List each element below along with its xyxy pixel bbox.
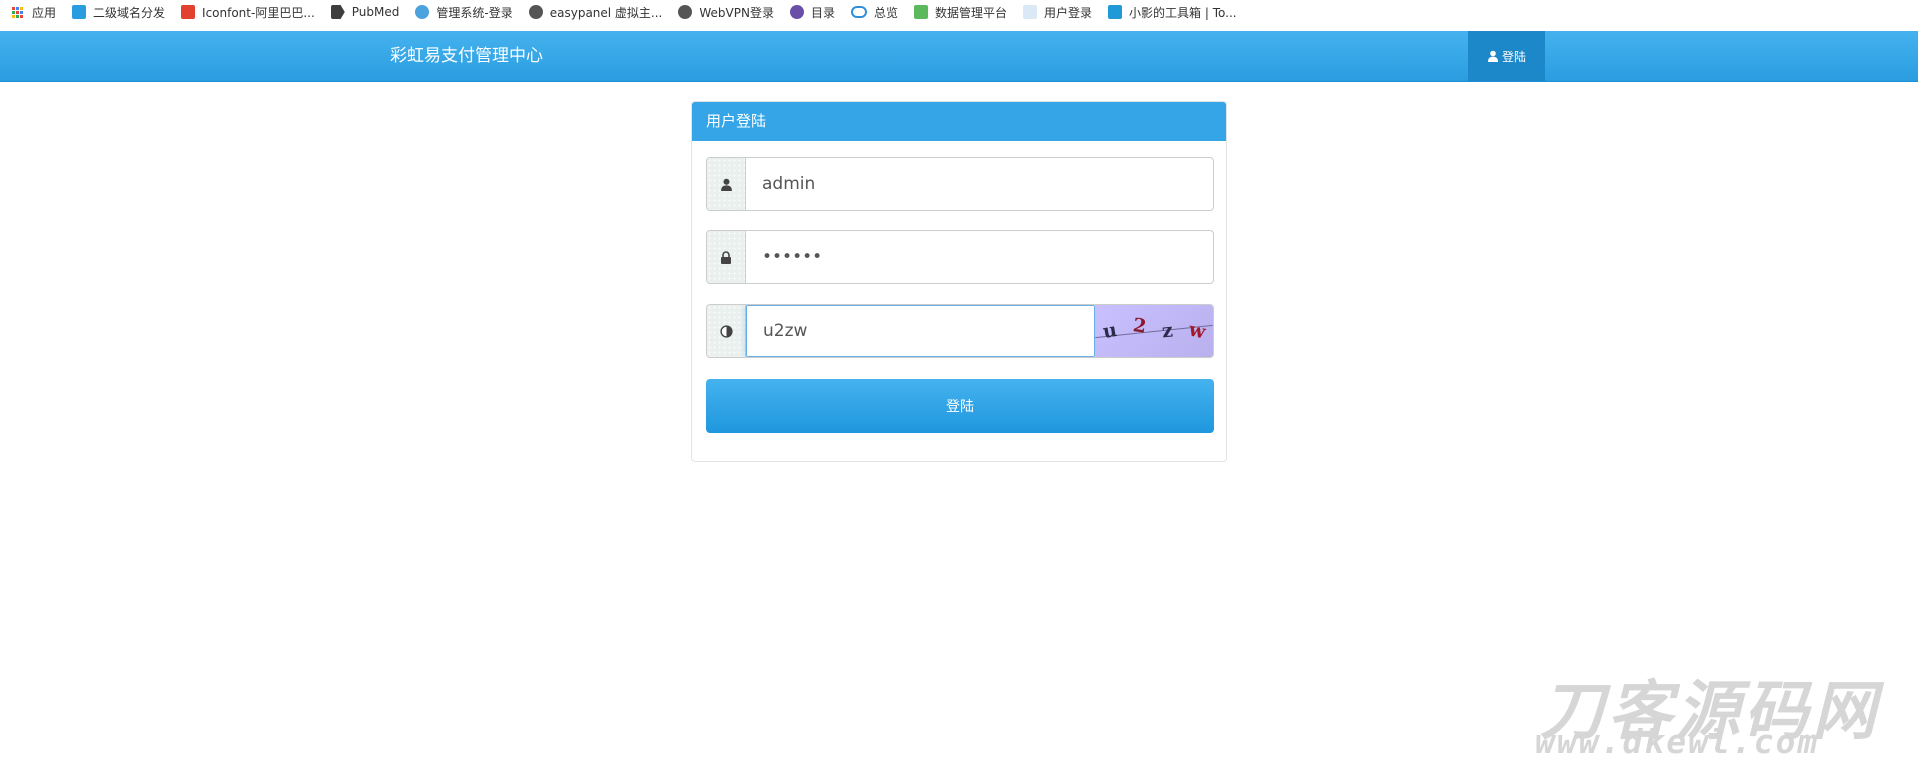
- captcha-char: z: [1160, 319, 1174, 343]
- globe-icon: [528, 5, 543, 19]
- iconfont-icon: [181, 5, 196, 19]
- captcha-char: w: [1186, 318, 1208, 344]
- bookmark-label: WebVPN登录: [699, 5, 774, 20]
- nav-login-label: 登陆: [1501, 49, 1526, 64]
- drop-icon: [415, 5, 430, 19]
- bookmark-overview[interactable]: 总览: [851, 4, 898, 21]
- bookmark-admin-login[interactable]: 管理系统-登录: [415, 4, 513, 21]
- bookmark-label: 应用: [32, 5, 57, 20]
- captcha-image[interactable]: u 2 z w: [1095, 305, 1213, 357]
- tool-icon: [1108, 5, 1123, 19]
- captcha-char: u: [1101, 318, 1119, 344]
- bug-icon: [789, 5, 804, 19]
- bookmark-label: easypanel 虚拟主...: [549, 5, 663, 20]
- bookmark-iconfont[interactable]: Iconfont-阿里巴巴...: [181, 4, 315, 21]
- login-panel: 用户登陆 u 2 z: [691, 101, 1227, 462]
- leaf-icon: [914, 5, 929, 19]
- bookmark-pubmed[interactable]: PubMed: [330, 5, 400, 19]
- bookmark-apps[interactable]: 应用: [12, 4, 56, 21]
- cloud-icon: [851, 6, 867, 18]
- top-navbar: 彩虹易支付管理中心 登陆: [0, 31, 1918, 82]
- bookmark-catalog[interactable]: 目录: [789, 4, 835, 21]
- password-addon: [707, 231, 746, 283]
- bookmark-user-login[interactable]: 用户登录: [1023, 4, 1092, 21]
- globe-icon: [678, 5, 693, 19]
- user-icon: [1487, 50, 1498, 62]
- bookmark-label: 目录: [810, 5, 835, 20]
- bookmark-label: 总览: [874, 5, 899, 20]
- panel-title: 用户登陆: [692, 102, 1226, 141]
- bookmark-toolbox[interactable]: 小影的工具箱 | To...: [1108, 4, 1237, 21]
- bookmark-label: PubMed: [351, 5, 400, 19]
- bookmark-data-platform[interactable]: 数据管理平台: [914, 4, 1007, 21]
- bookmark-label: 管理系统-登录: [436, 5, 513, 20]
- captcha-group: u 2 z w: [706, 304, 1214, 358]
- bookmark-label: 小影的工具箱 | To...: [1129, 5, 1237, 20]
- user-icon: [720, 178, 732, 191]
- bookmarks-bar: 应用 二级域名分发 Iconfont-阿里巴巴... PubMed 管理系统-登…: [0, 0, 1918, 24]
- bookmark-label: 二级域名分发: [93, 5, 166, 20]
- bookmark-label: 数据管理平台: [935, 5, 1008, 20]
- captcha-input[interactable]: [746, 305, 1095, 357]
- apps-grid-icon: [12, 6, 23, 18]
- bookmark-easypanel[interactable]: easypanel 虚拟主...: [528, 4, 663, 21]
- nav-login-link[interactable]: 登陆: [1468, 31, 1545, 81]
- captcha-addon: [707, 305, 746, 357]
- password-group: [706, 230, 1214, 284]
- username-group: [706, 157, 1214, 211]
- login-submit-button[interactable]: 登陆: [706, 379, 1214, 433]
- watermark-url: www.dkewl.com: [1535, 722, 1820, 761]
- shield-icon: [72, 5, 87, 19]
- bookmark-label: 用户登录: [1044, 5, 1093, 20]
- contrast-icon: [719, 324, 733, 338]
- page-icon: [1023, 5, 1038, 19]
- username-addon: [707, 158, 746, 210]
- username-input[interactable]: [746, 158, 1213, 210]
- lock-icon: [721, 250, 731, 264]
- pubmed-icon: [330, 5, 345, 19]
- captcha-char: 2: [1131, 314, 1148, 338]
- bookmark-subdomain[interactable]: 二级域名分发: [72, 4, 165, 21]
- brand-title[interactable]: 彩虹易支付管理中心: [390, 31, 543, 81]
- bookmark-webvpn[interactable]: WebVPN登录: [678, 4, 774, 21]
- bookmark-label: Iconfont-阿里巴巴...: [202, 5, 315, 20]
- password-input[interactable]: [746, 231, 1213, 283]
